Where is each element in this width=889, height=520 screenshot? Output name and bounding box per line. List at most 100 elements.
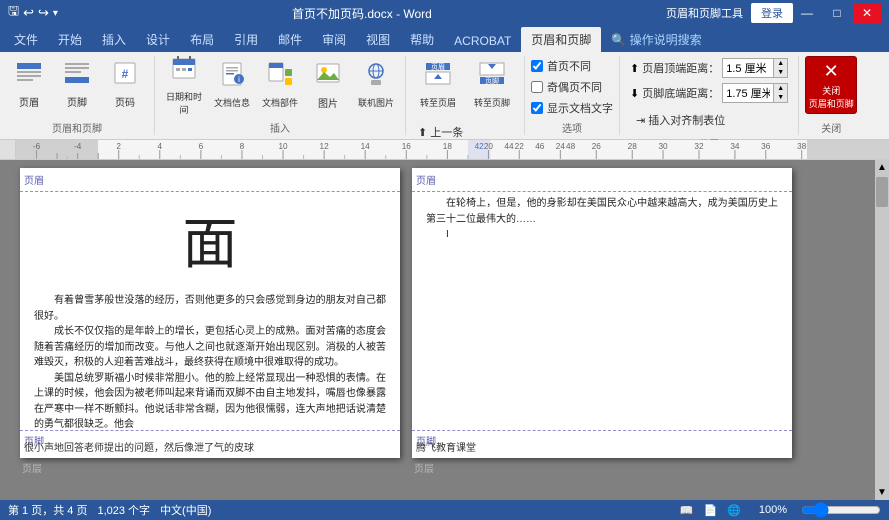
tools-label: 页眉和页脚工具: [666, 5, 743, 21]
goto-header-icon: 页眉: [423, 61, 453, 94]
tab-design[interactable]: 设计: [136, 27, 180, 52]
bottom-margin-down[interactable]: ▼: [773, 93, 787, 102]
tab-help[interactable]: 帮助: [400, 27, 444, 52]
top-margin-up[interactable]: ▲: [773, 59, 787, 68]
svg-text:46: 46: [535, 142, 545, 151]
page-1-bottom-label: 页层: [20, 460, 400, 475]
svg-text:22: 22: [515, 142, 525, 151]
login-button[interactable]: 登录: [751, 3, 793, 23]
ribbon-group-close-content: ✕ 关闭页眉和页脚: [805, 56, 857, 118]
docparts-button[interactable]: 文档部件: [257, 56, 303, 114]
datetime-label: 日期和时间: [164, 90, 204, 116]
datetime-button[interactable]: 日期和时间: [161, 56, 207, 114]
page-1-line-3: 美国总统罗斯福小时候非常胆小。他的脸上经常显现出一种恐惧的表情。在上课的时候，他…: [34, 371, 386, 430]
tab-home[interactable]: 开始: [48, 27, 92, 52]
scroll-up-button[interactable]: ▲: [875, 160, 889, 175]
page-1-footer[interactable]: 页脚 很小声地回答老师提出的问题，然后像泄了气的皮球: [20, 430, 400, 458]
odd-even-checkbox[interactable]: [531, 81, 543, 93]
window-controls: — □ ✕: [793, 3, 881, 23]
ribbon-group-nav: 页眉 转至页眉 页脚 转至页脚 ⬆上一条 ⬇下一条 🔗链接到前一节: [406, 56, 525, 135]
web-view-icon[interactable]: 🌐: [727, 504, 741, 517]
svg-text:i: i: [238, 75, 240, 84]
tab-acrobat[interactable]: ACROBAT: [444, 30, 521, 52]
tab-review[interactable]: 审阅: [312, 27, 356, 52]
page-1-content: 面 有着曾雪茅般世没落的经历，否则他更多的只会感觉到身边的朋友对自己都很好。 成…: [20, 192, 400, 430]
bottom-margin-up[interactable]: ▲: [773, 84, 787, 93]
svg-text:34: 34: [730, 142, 740, 151]
language-status: 中文(中国): [160, 502, 211, 518]
quick-access[interactable]: 🖫 ↩ ↪ ▾: [8, 2, 58, 24]
first-diff-checkbox-row[interactable]: 首页不同: [531, 58, 591, 74]
redo-icon[interactable]: ↪: [38, 5, 49, 21]
svg-text:10: 10: [278, 142, 288, 151]
tab-layout[interactable]: 布局: [180, 27, 224, 52]
page-num-button[interactable]: # 页码: [102, 56, 148, 114]
page-1-header-label: 页眉: [24, 172, 44, 187]
maximize-button[interactable]: □: [823, 3, 851, 23]
scroll-down-button[interactable]: ▼: [875, 485, 889, 500]
odd-even-label: 奇偶页不同: [547, 79, 602, 95]
header-button[interactable]: 页眉: [6, 56, 52, 114]
bottom-margin-input[interactable]: [723, 84, 773, 102]
svg-text:页眉: 页眉: [431, 63, 445, 71]
ribbon-tabs: 文件 开始 插入 设计 布局 引用 邮件 审阅 视图 帮助 ACROBAT 页眉…: [0, 26, 889, 52]
tab-ref[interactable]: 引用: [224, 27, 268, 52]
vertical-scrollbar[interactable]: ▲ ▼: [875, 160, 889, 500]
save-icon[interactable]: 🖫: [8, 2, 19, 24]
svg-text:32: 32: [694, 142, 704, 151]
svg-text:12: 12: [320, 142, 330, 151]
group-label-options: 选项: [531, 118, 613, 135]
pages-wrapper: 页眉 面 有着曾雪茅般世没落的经历，否则他更多的只会感觉到身边的朋友对自己都很好…: [0, 160, 875, 500]
minimize-button[interactable]: —: [793, 3, 821, 23]
print-layout-icon[interactable]: 📄: [703, 504, 717, 517]
svg-text:38: 38: [797, 142, 807, 151]
undo-icon[interactable]: ↩: [23, 5, 34, 21]
svg-text:页脚: 页脚: [485, 76, 499, 85]
odd-even-checkbox-row[interactable]: 奇偶页不同: [531, 79, 602, 95]
align-tab-button[interactable]: ⇥ 插入对齐制表位: [630, 108, 731, 132]
svg-text:2: 2: [116, 142, 121, 151]
ribbon-group-position: ⬆ 页眉顶端距离： ▲ ▼ ⬇ 页脚底端距离： ▲ ▼: [620, 56, 799, 135]
page-2-line-1: 在轮椅上，但是，他的身影却在美国民众心中越来越高大，成为美国历史上第三十二位最伟…: [426, 196, 778, 227]
page-2-footer[interactable]: 页脚 腾飞教育课堂: [412, 430, 792, 458]
group-label-insert: 插入: [161, 118, 399, 135]
svg-text:#: #: [122, 67, 129, 81]
tab-mail[interactable]: 邮件: [268, 27, 312, 52]
image-button[interactable]: 图片: [305, 56, 351, 114]
top-margin-input[interactable]: [723, 59, 773, 77]
goto-header-button[interactable]: 页眉 转至页眉: [412, 56, 464, 114]
bottom-margin-label: 页脚底端距离：: [642, 85, 719, 101]
show-doc-text-checkbox[interactable]: [531, 102, 543, 114]
page-top-icon: ⬆: [630, 62, 639, 75]
top-margin-down[interactable]: ▼: [773, 68, 787, 77]
page-1-header[interactable]: 页眉: [20, 168, 400, 192]
text-cursor: I: [446, 229, 449, 240]
goto-footer-label: 转至页脚: [474, 96, 510, 109]
zoom-slider[interactable]: [801, 502, 881, 518]
tab-file[interactable]: 文件: [4, 27, 48, 52]
svg-text:4: 4: [158, 142, 163, 151]
docinfo-button[interactable]: i 文档信息: [209, 56, 255, 114]
page-2-header[interactable]: 页眉: [412, 168, 792, 192]
tab-insert[interactable]: 插入: [92, 27, 136, 52]
close-window-button[interactable]: ✕: [853, 3, 881, 23]
close-header-footer-button[interactable]: ✕ 关闭页眉和页脚: [805, 56, 857, 114]
online-image-icon: [362, 61, 390, 94]
tab-view[interactable]: 视图: [356, 27, 400, 52]
tab-search[interactable]: 🔍 操作说明搜索: [601, 27, 711, 52]
ribbon-group-position-content: ⬆ 页眉顶端距离： ▲ ▼ ⬇ 页脚底端距离： ▲ ▼: [626, 56, 792, 134]
goto-footer-button[interactable]: 页脚 转至页脚: [466, 56, 518, 114]
header-icon: [15, 61, 43, 92]
first-diff-checkbox[interactable]: [531, 60, 543, 72]
zoom-level: 100%: [759, 504, 787, 516]
goto-footer-icon: 页脚: [477, 61, 507, 94]
footer-button[interactable]: 页脚: [54, 56, 100, 114]
goto-header-label: 转至页眉: [420, 96, 456, 109]
show-doc-text-checkbox-row[interactable]: 显示文档文字: [531, 100, 613, 116]
tab-header-footer[interactable]: 页眉和页脚: [521, 27, 601, 52]
scroll-thumb[interactable]: [876, 177, 888, 207]
first-diff-label: 首页不同: [547, 58, 591, 74]
top-margin-row: ⬆ 页眉顶端距离： ▲ ▼: [630, 58, 788, 78]
online-image-button[interactable]: 联机图片: [353, 56, 399, 114]
read-mode-icon[interactable]: 📖: [680, 504, 694, 517]
